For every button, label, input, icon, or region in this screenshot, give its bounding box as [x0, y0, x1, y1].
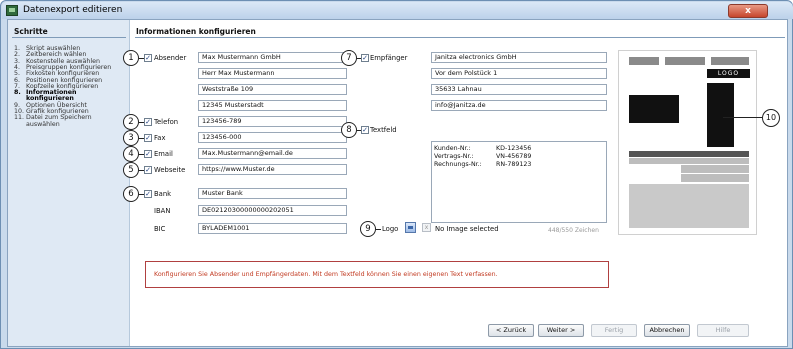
callout-5: 5 — [123, 162, 139, 178]
freetext-value-2: VN-456789 — [496, 153, 532, 160]
callout-5-line — [139, 170, 144, 171]
preview-recipient-block — [707, 83, 734, 147]
recipient-checkbox[interactable]: ✓ — [361, 54, 369, 62]
sender-checkbox[interactable]: ✓ — [144, 54, 152, 62]
info-box: Konfigurieren Sie Absender und Empfänger… — [145, 261, 609, 288]
freetext-checkbox[interactable]: ✓ — [361, 126, 369, 134]
window-title: Datenexport editieren — [23, 5, 123, 15]
callout-6-line — [139, 194, 144, 195]
recipient-line-4-field[interactable]: info@Janitza.de — [431, 100, 607, 111]
callout-8-line — [357, 130, 361, 131]
callout-9: 9 — [360, 221, 376, 237]
email-label: Email — [154, 150, 173, 158]
char-counter: 448/550 Zeichen — [548, 227, 599, 234]
title-divider — [135, 37, 785, 38]
fax-checkbox[interactable]: ✓ — [144, 134, 152, 142]
preview-header-block-3 — [711, 57, 749, 65]
logo-label: Logo — [382, 225, 399, 233]
dialog-window: Datenexport editieren x Schritte 1. Skrip… — [0, 0, 793, 349]
preview-table-header — [629, 151, 749, 157]
freetext-key-1: Kunden-Nr.: — [434, 145, 471, 152]
info-text: Konfigurieren Sie Absender und Empfänger… — [154, 271, 498, 278]
freetext-key-2: Vertrags-Nr.: — [434, 153, 474, 160]
folder-icon[interactable] — [405, 222, 416, 233]
iban-field[interactable]: DE02120300000000202051 — [198, 205, 347, 216]
dialog-client-area: Schritte 1. Skript auswählen 2. Zeitbereich… — [7, 19, 788, 347]
phone-checkbox[interactable]: ✓ — [144, 118, 152, 126]
help-button[interactable]: Hilfe — [697, 324, 749, 337]
bic-field[interactable]: BYLADEM1001 — [198, 223, 347, 234]
callout-1-line — [139, 58, 144, 59]
freetext-key-3: Rechnungs-Nr.: — [434, 161, 482, 168]
sidebar-step: auswählen — [14, 120, 60, 129]
callout-2-line — [139, 122, 144, 123]
callout-8: 8 — [341, 122, 357, 138]
preview-table-row-2 — [681, 165, 749, 173]
layout-preview: LOGO — [618, 50, 757, 235]
cancel-button[interactable]: Abbrechen — [644, 324, 690, 337]
fax-field[interactable]: 123456-000 — [198, 132, 347, 143]
preview-header-block-2 — [665, 57, 705, 65]
app-icon — [6, 5, 18, 16]
bank-checkbox[interactable]: ✓ — [144, 190, 152, 198]
sidebar-step-label: auswählen — [26, 120, 60, 128]
bank-label: Bank — [154, 190, 172, 198]
clear-logo-button[interactable]: x — [422, 223, 431, 232]
steps-sidebar: Schritte 1. Skript auswählen 2. Zeitbereich… — [8, 20, 130, 346]
bank-field[interactable]: Muster Bank — [198, 188, 347, 199]
sender-label: Absender — [154, 54, 187, 62]
sender-line-1-field[interactable]: Max Mustermann GmbH — [198, 52, 347, 63]
preview-table-row-1 — [629, 158, 749, 164]
website-label: Webseite — [154, 166, 186, 174]
callout-7-line — [357, 58, 361, 59]
preview-footer-block — [629, 184, 749, 228]
iban-label: IBAN — [154, 207, 171, 215]
callout-7: 7 — [341, 50, 357, 66]
email-field[interactable]: Max.Mustermann@email.de — [198, 148, 347, 159]
email-checkbox[interactable]: ✓ — [144, 150, 152, 158]
recipient-line-3-field[interactable]: 35633 Lahnau — [431, 84, 607, 95]
sender-line-4-field[interactable]: 12345 Musterstadt — [198, 100, 347, 111]
callout-10-line — [723, 117, 762, 118]
sidebar-title: Schritte — [14, 27, 48, 36]
preview-logo: LOGO — [707, 69, 750, 78]
phone-label: Telefon — [154, 118, 179, 126]
freetext-value-1: KD-123456 — [496, 145, 532, 152]
close-button[interactable]: x — [728, 4, 768, 18]
preview-table-row-3 — [681, 174, 749, 182]
callout-3: 3 — [123, 130, 139, 146]
website-field[interactable]: https://www.Muster.de — [198, 164, 347, 175]
title-bar[interactable]: Datenexport editieren x — [2, 2, 793, 19]
sender-line-2-field[interactable]: Herr Max Mustermann — [198, 68, 347, 79]
next-button[interactable]: Weiter > — [538, 324, 584, 337]
folder-icon-glyph — [408, 226, 413, 229]
callout-3-line — [139, 138, 144, 139]
sidebar-divider — [12, 37, 126, 38]
fax-label: Fax — [154, 134, 166, 142]
callout-1: 1 — [123, 50, 139, 66]
page-title: Informationen konfigurieren — [136, 27, 256, 36]
freetext-label: Textfeld — [370, 126, 397, 134]
callout-9-line — [376, 229, 381, 230]
phone-field[interactable]: 123456-789 — [198, 116, 347, 127]
preview-sender-block — [629, 95, 679, 123]
callout-4: 4 — [123, 146, 139, 162]
recipient-label: Empfänger — [370, 54, 408, 62]
finish-button[interactable]: Fertig — [591, 324, 637, 337]
website-checkbox[interactable]: ✓ — [144, 166, 152, 174]
freetext-area[interactable]: Kunden-Nr.: KD-123456 Vertrags-Nr.: VN-4… — [431, 141, 607, 223]
callout-10: 10 — [762, 109, 780, 127]
bic-label: BIC — [154, 225, 166, 233]
freetext-value-3: RN-789123 — [496, 161, 532, 168]
back-button[interactable]: < Zurück — [488, 324, 534, 337]
recipient-line-1-field[interactable]: Janitza electronics GmbH — [431, 52, 607, 63]
callout-6: 6 — [123, 186, 139, 202]
logo-status: No Image selected — [435, 225, 499, 233]
recipient-line-2-field[interactable]: Vor dem Polstück 1 — [431, 68, 607, 79]
preview-header-block-1 — [629, 57, 659, 65]
callout-4-line — [139, 154, 144, 155]
callout-2: 2 — [123, 114, 139, 130]
sender-line-3-field[interactable]: Weststraße 109 — [198, 84, 347, 95]
